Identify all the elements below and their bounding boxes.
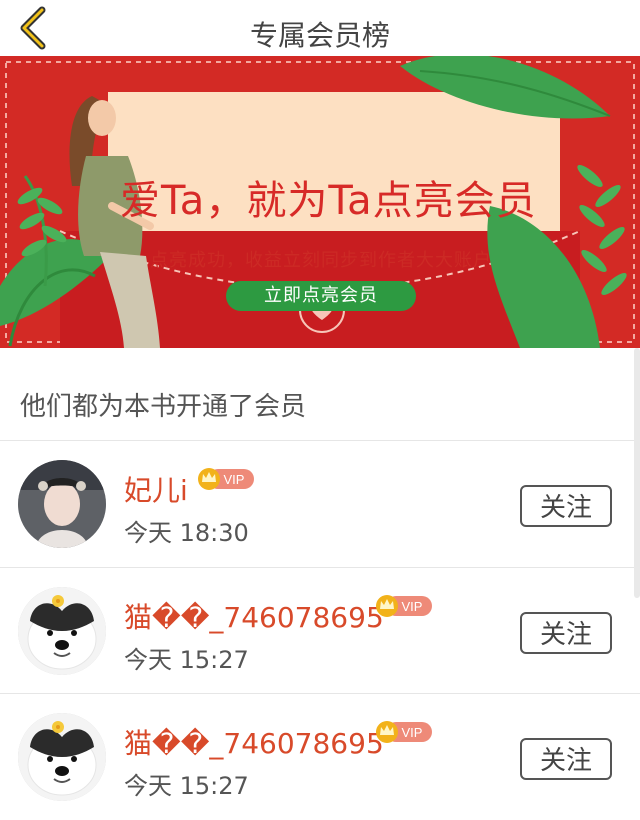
member-row: 猫��_746078695 VIP 今天 15:27 关注 (0, 694, 640, 820)
light-up-member-button[interactable]: 立即点亮会员 (226, 281, 416, 311)
follow-button[interactable]: 关注 (520, 612, 612, 654)
banner-subline: 点亮成功，收益立刻同步到作者大大账户 (150, 250, 492, 271)
section-title: 他们都为本书开通了会员 (20, 392, 307, 422)
crown-icon: VIP (198, 468, 254, 490)
follow-button[interactable]: 关注 (520, 738, 612, 780)
crown-icon: VIP (376, 721, 432, 743)
member-time: 今天 15:27 (124, 646, 249, 674)
member-name[interactable]: 妃儿i (124, 469, 188, 509)
vip-badge-label: VIP (224, 472, 245, 487)
vip-badge: VIP (374, 594, 434, 618)
section-gap (0, 348, 640, 358)
member-name[interactable]: 猫��_746078695 (124, 596, 384, 636)
avatar[interactable] (18, 713, 106, 801)
member-time: 今天 15:27 (124, 772, 249, 800)
crown-icon: VIP (376, 595, 432, 617)
vip-badge: VIP (196, 467, 256, 491)
avatar[interactable] (18, 587, 106, 675)
banner-headline: 爱Ta，就为Ta点亮会员 (120, 178, 537, 224)
vip-badge-label: VIP (402, 725, 423, 740)
vip-badge: VIP (374, 720, 434, 744)
user-avatar-image (18, 460, 106, 548)
member-row: 妃儿i VIP 今天 18:30 关注 (0, 441, 640, 567)
member-name[interactable]: 猫��_746078695 (124, 722, 384, 762)
top-bar: 专属会员榜 (0, 0, 640, 56)
member-row: 猫��_746078695 VIP 今天 15:27 关注 (0, 568, 640, 694)
avatar[interactable] (18, 460, 106, 548)
page-title: 专属会员榜 (249, 19, 390, 52)
dog-avatar-image (18, 587, 106, 675)
member-time: 今天 18:30 (124, 519, 249, 547)
vip-badge-label: VIP (402, 599, 423, 614)
dog-avatar-image (18, 713, 106, 801)
scrollbar[interactable] (634, 348, 640, 598)
promo-banner[interactable]: 爱Ta，就为Ta点亮会员 点亮成功，收益立刻同步到作者大大账户 立即点亮会员 (0, 56, 640, 348)
follow-button[interactable]: 关注 (520, 485, 612, 527)
